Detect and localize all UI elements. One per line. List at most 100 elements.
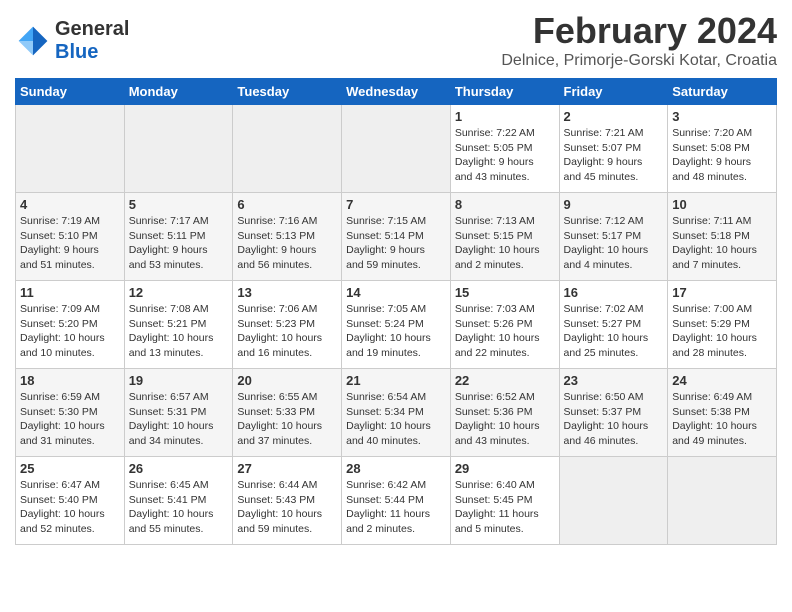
day-info: Sunrise: 6:49 AM Sunset: 5:38 PM Dayligh… (672, 390, 772, 449)
calendar-cell (16, 105, 125, 193)
logo-blue: Blue (55, 41, 98, 63)
day-number: 14 (346, 285, 446, 300)
week-row-4: 18 Sunrise: 6:59 AM Sunset: 5:30 PM Dayli… (16, 369, 777, 457)
day-info: Sunrise: 7:21 AM Sunset: 5:07 PM Dayligh… (564, 126, 664, 185)
calendar-cell: 29 Sunrise: 6:40 AM Sunset: 5:45 PM Dayli… (450, 457, 559, 545)
day-number: 19 (129, 373, 229, 388)
day-number: 21 (346, 373, 446, 388)
calendar-table: SundayMondayTuesdayWednesdayThursdayFrid… (15, 78, 777, 545)
day-info: Sunrise: 7:05 AM Sunset: 5:24 PM Dayligh… (346, 302, 446, 361)
calendar-cell: 8 Sunrise: 7:13 AM Sunset: 5:15 PM Daylig… (450, 193, 559, 281)
day-number: 27 (237, 461, 337, 476)
calendar-cell (668, 457, 777, 545)
logo-general: General (55, 18, 129, 40)
logo: General Blue (15, 18, 129, 64)
title-block: February 2024 Delnice, Primorje-Gorski K… (501, 10, 777, 70)
day-info: Sunrise: 7:12 AM Sunset: 5:17 PM Dayligh… (564, 214, 664, 273)
day-info: Sunrise: 6:47 AM Sunset: 5:40 PM Dayligh… (20, 478, 120, 537)
day-number: 28 (346, 461, 446, 476)
day-number: 29 (455, 461, 555, 476)
location-title: Delnice, Primorje-Gorski Kotar, Croatia (501, 52, 777, 70)
col-header-wednesday: Wednesday (342, 79, 451, 105)
day-info: Sunrise: 6:45 AM Sunset: 5:41 PM Dayligh… (129, 478, 229, 537)
calendar-cell: 26 Sunrise: 6:45 AM Sunset: 5:41 PM Dayli… (124, 457, 233, 545)
calendar-cell: 6 Sunrise: 7:16 AM Sunset: 5:13 PM Daylig… (233, 193, 342, 281)
calendar-cell: 28 Sunrise: 6:42 AM Sunset: 5:44 PM Dayli… (342, 457, 451, 545)
page-header: General Blue February 2024 Delnice, Prim… (15, 10, 777, 70)
day-info: Sunrise: 7:00 AM Sunset: 5:29 PM Dayligh… (672, 302, 772, 361)
calendar-cell: 13 Sunrise: 7:06 AM Sunset: 5:23 PM Dayli… (233, 281, 342, 369)
calendar-cell: 27 Sunrise: 6:44 AM Sunset: 5:43 PM Dayli… (233, 457, 342, 545)
day-info: Sunrise: 7:11 AM Sunset: 5:18 PM Dayligh… (672, 214, 772, 273)
calendar-cell: 7 Sunrise: 7:15 AM Sunset: 5:14 PM Daylig… (342, 193, 451, 281)
calendar-cell: 1 Sunrise: 7:22 AM Sunset: 5:05 PM Daylig… (450, 105, 559, 193)
calendar-cell (559, 457, 668, 545)
calendar-cell: 11 Sunrise: 7:09 AM Sunset: 5:20 PM Dayli… (16, 281, 125, 369)
calendar-cell: 2Sunrise: 7:21 AM Sunset: 5:07 PM Daylig… (559, 105, 668, 193)
calendar-cell: 16Sunrise: 7:02 AM Sunset: 5:27 PM Dayli… (559, 281, 668, 369)
day-info: Sunrise: 7:20 AM Sunset: 5:08 PM Dayligh… (672, 126, 772, 185)
calendar-cell: 22 Sunrise: 6:52 AM Sunset: 5:36 PM Dayli… (450, 369, 559, 457)
day-info: Sunrise: 6:44 AM Sunset: 5:43 PM Dayligh… (237, 478, 337, 537)
calendar-cell: 19Sunrise: 6:57 AM Sunset: 5:31 PM Dayli… (124, 369, 233, 457)
col-header-monday: Monday (124, 79, 233, 105)
calendar-cell: 5 Sunrise: 7:17 AM Sunset: 5:11 PM Daylig… (124, 193, 233, 281)
calendar-cell: 17 Sunrise: 7:00 AM Sunset: 5:29 PM Dayli… (668, 281, 777, 369)
day-number: 11 (20, 285, 120, 300)
calendar-cell: 15Sunrise: 7:03 AM Sunset: 5:26 PM Dayli… (450, 281, 559, 369)
day-info: Sunrise: 6:59 AM Sunset: 5:30 PM Dayligh… (20, 390, 120, 449)
day-number: 5 (129, 197, 229, 212)
day-number: 22 (455, 373, 555, 388)
day-number: 17 (672, 285, 772, 300)
day-number: 1 (455, 109, 555, 124)
day-info: Sunrise: 7:17 AM Sunset: 5:11 PM Dayligh… (129, 214, 229, 273)
day-number: 26 (129, 461, 229, 476)
calendar-cell (124, 105, 233, 193)
day-info: Sunrise: 6:55 AM Sunset: 5:33 PM Dayligh… (237, 390, 337, 449)
day-number: 3 (672, 109, 772, 124)
day-info: Sunrise: 7:22 AM Sunset: 5:05 PM Dayligh… (455, 126, 555, 185)
calendar-cell: 9 Sunrise: 7:12 AM Sunset: 5:17 PM Daylig… (559, 193, 668, 281)
day-info: Sunrise: 6:40 AM Sunset: 5:45 PM Dayligh… (455, 478, 555, 537)
calendar-cell: 20Sunrise: 6:55 AM Sunset: 5:33 PM Dayli… (233, 369, 342, 457)
calendar-cell: 24 Sunrise: 6:49 AM Sunset: 5:38 PM Dayli… (668, 369, 777, 457)
day-info: Sunrise: 7:19 AM Sunset: 5:10 PM Dayligh… (20, 214, 120, 273)
day-info: Sunrise: 7:15 AM Sunset: 5:14 PM Dayligh… (346, 214, 446, 273)
day-info: Sunrise: 7:13 AM Sunset: 5:15 PM Dayligh… (455, 214, 555, 273)
calendar-cell: 21 Sunrise: 6:54 AM Sunset: 5:34 PM Dayli… (342, 369, 451, 457)
week-row-5: 25 Sunrise: 6:47 AM Sunset: 5:40 PM Dayli… (16, 457, 777, 545)
calendar-cell: 3 Sunrise: 7:20 AM Sunset: 5:08 PM Daylig… (668, 105, 777, 193)
day-info: Sunrise: 7:02 AM Sunset: 5:27 PM Dayligh… (564, 302, 664, 361)
day-info: Sunrise: 7:06 AM Sunset: 5:23 PM Dayligh… (237, 302, 337, 361)
day-number: 12 (129, 285, 229, 300)
day-number: 13 (237, 285, 337, 300)
calendar-cell: 12Sunrise: 7:08 AM Sunset: 5:21 PM Dayli… (124, 281, 233, 369)
day-info: Sunrise: 6:50 AM Sunset: 5:37 PM Dayligh… (564, 390, 664, 449)
day-number: 25 (20, 461, 120, 476)
day-number: 15 (455, 285, 555, 300)
calendar-cell (342, 105, 451, 193)
day-info: Sunrise: 7:09 AM Sunset: 5:20 PM Dayligh… (20, 302, 120, 361)
col-header-sunday: Sunday (16, 79, 125, 105)
day-info: Sunrise: 6:54 AM Sunset: 5:34 PM Dayligh… (346, 390, 446, 449)
week-row-1: 1 Sunrise: 7:22 AM Sunset: 5:05 PM Daylig… (16, 105, 777, 193)
col-header-thursday: Thursday (450, 79, 559, 105)
calendar-cell (233, 105, 342, 193)
day-info: Sunrise: 6:42 AM Sunset: 5:44 PM Dayligh… (346, 478, 446, 537)
day-number: 6 (237, 197, 337, 212)
day-number: 4 (20, 197, 120, 212)
day-number: 9 (564, 197, 664, 212)
day-info: Sunrise: 7:16 AM Sunset: 5:13 PM Dayligh… (237, 214, 337, 273)
calendar-cell: 4 Sunrise: 7:19 AM Sunset: 5:10 PM Daylig… (16, 193, 125, 281)
day-number: 8 (455, 197, 555, 212)
calendar-cell: 10 Sunrise: 7:11 AM Sunset: 5:18 PM Dayli… (668, 193, 777, 281)
day-number: 23 (564, 373, 664, 388)
day-number: 7 (346, 197, 446, 212)
day-number: 24 (672, 373, 772, 388)
logo-icon (15, 23, 51, 59)
day-number: 10 (672, 197, 772, 212)
week-row-3: 11 Sunrise: 7:09 AM Sunset: 5:20 PM Dayli… (16, 281, 777, 369)
day-number: 18 (20, 373, 120, 388)
calendar-cell: 14 Sunrise: 7:05 AM Sunset: 5:24 PM Dayli… (342, 281, 451, 369)
day-info: Sunrise: 6:52 AM Sunset: 5:36 PM Dayligh… (455, 390, 555, 449)
